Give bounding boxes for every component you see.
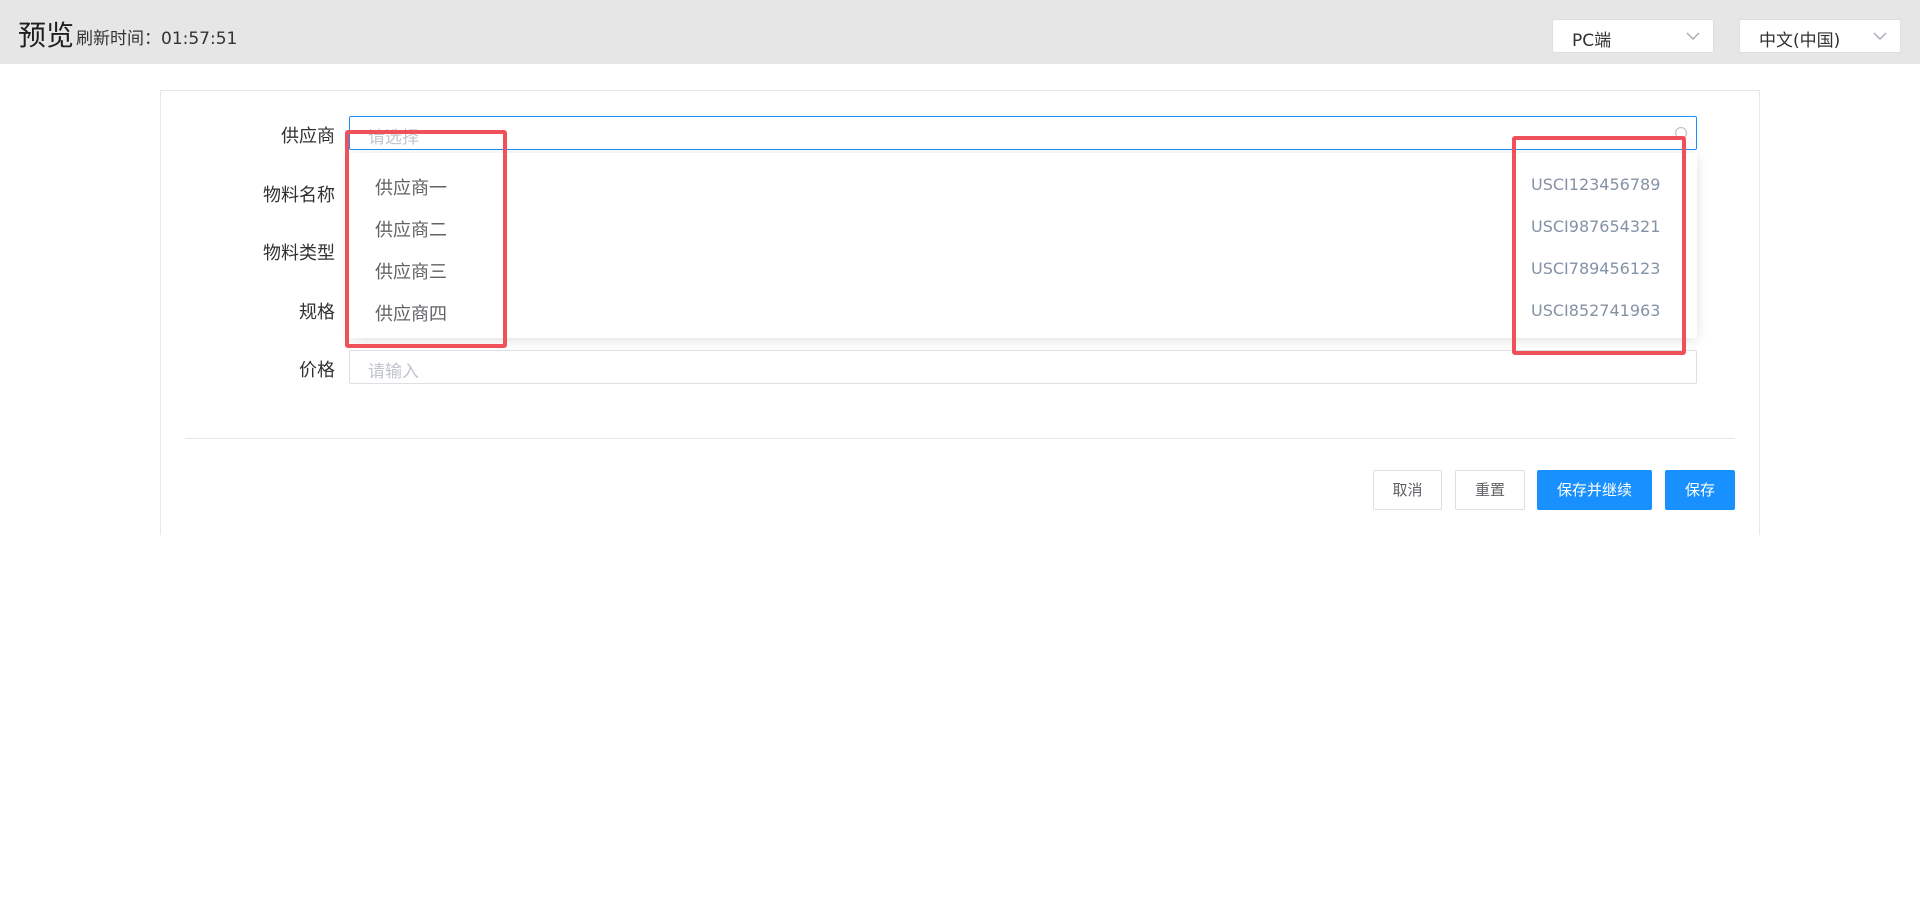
dropdown-option[interactable]: 供应商二 USCI987654321 <box>349 206 1697 248</box>
spec-label: 规格 <box>299 302 335 323</box>
page-title: 预览 <box>18 19 75 52</box>
price-input[interactable]: 请输入 <box>349 350 1697 384</box>
option-name: 供应商二 <box>375 220 447 241</box>
option-code: USCI852741963 <box>1531 301 1661 320</box>
platform-select-value: PC端 <box>1572 31 1612 51</box>
cancel-button[interactable]: 取消 <box>1373 470 1442 510</box>
clear-icon[interactable] <box>1674 126 1688 140</box>
language-select-value: 中文(中国) <box>1759 31 1841 51</box>
dropdown-option[interactable]: 供应商三 USCI789456123 <box>349 248 1697 290</box>
dropdown-option[interactable]: 供应商一 USCI123456789 <box>349 164 1697 206</box>
supplier-select[interactable]: 请选择 <box>349 116 1697 150</box>
option-code: USCI123456789 <box>1531 175 1661 194</box>
save-button[interactable]: 保存 <box>1665 470 1735 510</box>
chevron-down-icon <box>1686 32 1700 40</box>
save-continue-button[interactable]: 保存并继续 <box>1537 470 1652 510</box>
refresh-time: 刷新时间：01:57:51 <box>76 29 238 49</box>
material-name-label: 物料名称 <box>263 185 335 206</box>
option-name: 供应商三 <box>375 262 447 283</box>
option-name: 供应商四 <box>375 304 447 325</box>
dropdown-option[interactable]: 供应商四 USCI852741963 <box>349 290 1697 332</box>
platform-select[interactable]: PC端 <box>1552 19 1714 53</box>
price-input-placeholder: 请输入 <box>368 362 419 382</box>
supplier-label: 供应商 <box>281 126 335 147</box>
reset-button[interactable]: 重置 <box>1455 470 1525 510</box>
material-type-label: 物料类型 <box>263 243 335 264</box>
option-code: USCI987654321 <box>1531 217 1661 236</box>
chevron-down-icon <box>1873 32 1887 40</box>
form-divider <box>185 438 1735 439</box>
supplier-dropdown: 供应商一 USCI123456789 供应商二 USCI987654321 供应… <box>349 153 1697 338</box>
option-code: USCI789456123 <box>1531 259 1661 278</box>
option-name: 供应商一 <box>375 178 447 199</box>
language-select[interactable]: 中文(中国) <box>1739 19 1901 53</box>
supplier-select-placeholder: 请选择 <box>368 128 419 148</box>
price-label: 价格 <box>299 360 335 381</box>
top-bar: 预览 刷新时间：01:57:51 PC端 中文(中国) <box>0 0 1920 64</box>
